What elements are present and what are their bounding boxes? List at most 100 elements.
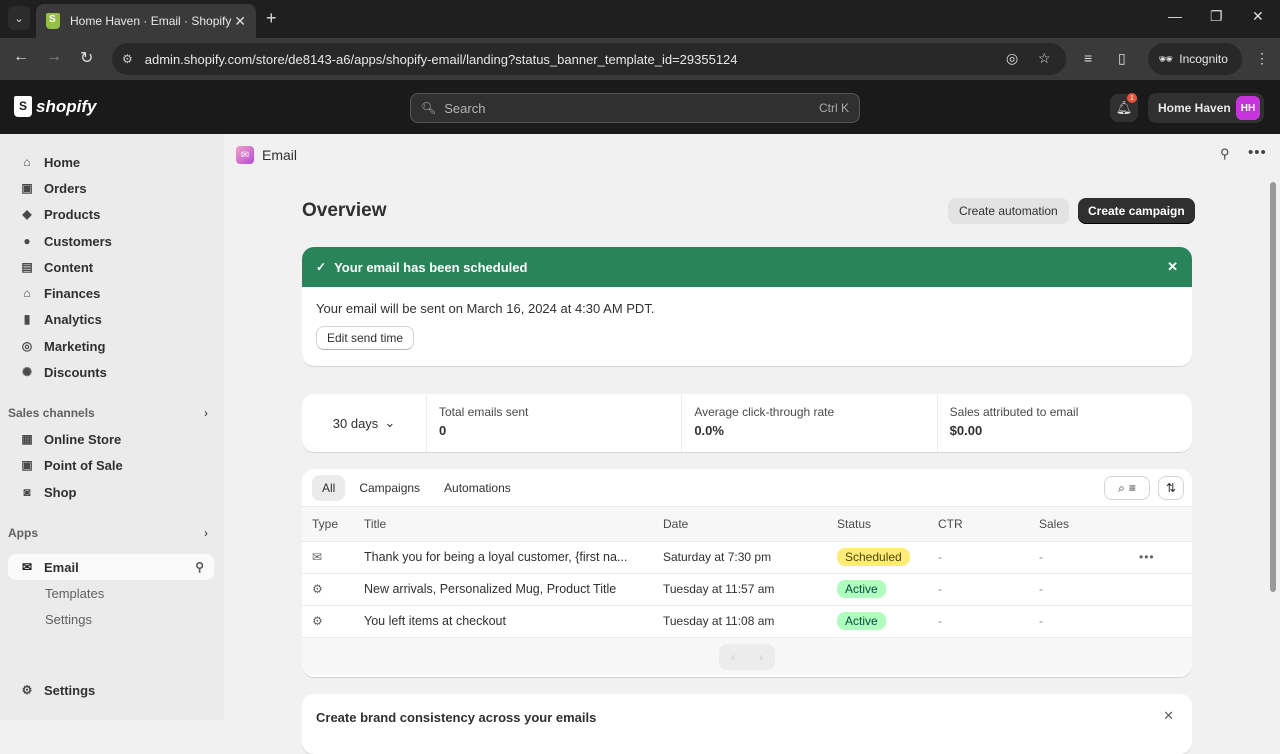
sidebar-item-discounts[interactable]: ✺ Discounts	[8, 359, 214, 385]
sort-button[interactable]: ⇅	[1158, 476, 1184, 500]
sidebar-item-label: Finances	[44, 285, 101, 301]
bookmark-star-icon[interactable]: ☆	[1038, 50, 1051, 67]
sidebar-item-label: Analytics	[44, 311, 102, 327]
sidebar-item-marketing[interactable]: ◎ Marketing	[8, 333, 214, 359]
close-icon[interactable]: ✕	[1163, 708, 1174, 724]
column-header-actions	[1129, 507, 1192, 541]
metric-click-through-rate[interactable]: Average click-through rate 0.0%	[682, 394, 938, 452]
shopify-bag-icon	[14, 96, 32, 117]
sidebar-item-shop[interactable]: ◙ Shop	[8, 479, 214, 505]
restore-icon[interactable]: ❐	[1210, 8, 1223, 25]
metric-total-emails-sent[interactable]: Total emails sent 0	[427, 394, 683, 452]
notifications-button[interactable]: 🔔︎ 1	[1110, 93, 1138, 122]
edit-send-time-button[interactable]: Edit send time	[316, 326, 415, 350]
column-header-status: Status	[827, 507, 928, 541]
close-icon[interactable]: ✕	[1167, 259, 1178, 275]
minimize-icon[interactable]: —	[1168, 8, 1182, 24]
row-title[interactable]: New arrivals, Personalized Mug, Product …	[354, 572, 653, 605]
tab-all[interactable]: All	[312, 474, 346, 501]
table-footer: ‹ ›	[302, 637, 1192, 675]
create-campaign-button[interactable]: Create campaign	[1078, 198, 1195, 224]
sidebar-item-label: Products	[44, 206, 101, 222]
target-icon: ◎	[21, 339, 33, 353]
close-window-icon[interactable]: ✕	[1252, 8, 1264, 25]
site-info-icon[interactable]: ⚙	[122, 52, 133, 66]
tab-campaigns[interactable]: Campaigns	[349, 475, 430, 501]
table-row[interactable]: ✉ Thank you for being a loyal customer, …	[302, 540, 1192, 573]
sidebar-item-email[interactable]: ✉ Email ⚲	[8, 554, 214, 580]
status-badge: Active	[837, 580, 886, 598]
banner-title: Your email has been scheduled	[334, 259, 528, 275]
browser-tab[interactable]: Home Haven · Email · Shopify ✕	[36, 4, 256, 38]
pin-icon[interactable]: ⚲	[1220, 146, 1230, 162]
shopify-logo[interactable]: shopify	[14, 96, 96, 117]
close-tab-icon[interactable]: ✕	[234, 13, 246, 30]
sidebar-item-customers[interactable]: ● Customers	[8, 228, 214, 254]
row-ctr: -	[928, 540, 1029, 573]
incognito-icon: 🕶	[1158, 52, 1174, 66]
eye-off-icon[interactable]: ◎	[1006, 50, 1018, 67]
reload-icon[interactable]: ↻	[80, 48, 93, 68]
row-title[interactable]: Thank you for being a loyal customer, {f…	[354, 540, 653, 573]
person-icon: ●	[23, 234, 31, 248]
scrollbar[interactable]	[1270, 182, 1276, 592]
media-control-icon[interactable]: ≡	[1084, 50, 1092, 66]
address-bar[interactable]: ⚙ admin.shopify.com/store/de8143-a6/apps…	[112, 43, 1066, 75]
emails-table-card: All Campaigns Automations ⌕ ≡ ⇅ Type Titl…	[302, 469, 1192, 677]
sidebar-item-settings[interactable]: ⚙ Settings	[8, 677, 214, 703]
filter-tabs: All Campaigns Automations ⌕ ≡ ⇅	[302, 469, 1192, 507]
apps-heading[interactable]: Apps ›	[8, 526, 208, 540]
browser-menu-icon[interactable]: ⋮	[1255, 50, 1269, 67]
create-automation-button[interactable]: Create automation	[948, 198, 1069, 224]
column-header-type: Type	[302, 507, 354, 541]
search-filter-button[interactable]: ⌕ ≡	[1104, 476, 1150, 500]
banner-body: Your email will be sent on March 16, 202…	[302, 287, 1192, 350]
previous-page-icon[interactable]: ‹	[731, 650, 735, 664]
table-row[interactable]: ⚙ You left items at checkout Tuesday at …	[302, 604, 1192, 637]
new-tab-button[interactable]: +	[266, 8, 277, 29]
discount-icon: ✺	[21, 365, 33, 379]
sidebar-item-orders[interactable]: ▣ Orders	[8, 175, 214, 201]
tab-automations[interactable]: Automations	[434, 475, 521, 501]
table-row[interactable]: ⚙ New arrivals, Personalized Mug, Produc…	[302, 572, 1192, 605]
more-actions-icon[interactable]: •••	[1248, 144, 1267, 161]
sidebar-item-home[interactable]: ⌂ Home	[8, 149, 214, 175]
shopify-favicon-icon	[46, 13, 60, 29]
sidebar-item-content[interactable]: ▤ Content	[8, 254, 214, 280]
tab-list-button[interactable]: ⌄	[8, 6, 30, 30]
metrics-bar: 30 days ⌄ Total emails sent 0 Average cl…	[302, 394, 1192, 452]
email-icon: ✉	[312, 550, 323, 564]
sidebar-item-label: Point of Sale	[44, 457, 123, 473]
sidebar-item-online-store[interactable]: ▦ Online Store	[8, 426, 214, 452]
sidebar-item-label: Online Store	[44, 431, 122, 447]
pin-icon[interactable]: ⚲	[195, 560, 204, 574]
incognito-label: Incognito	[1179, 52, 1228, 66]
email-app-icon: ✉	[236, 146, 254, 164]
forward-icon[interactable]: →	[46, 48, 62, 66]
sales-channels-heading[interactable]: Sales channels ›	[8, 406, 208, 420]
metric-label: Total emails sent	[439, 405, 529, 419]
back-icon[interactable]: ←	[13, 48, 29, 66]
brand-consistency-card: Create brand consistency across your ema…	[302, 694, 1192, 754]
incognito-indicator[interactable]: 🕶 Incognito	[1148, 43, 1242, 75]
metric-value: 0.0%	[694, 423, 724, 438]
table-header-row: Type Title Date Status CTR Sales	[302, 507, 1192, 541]
metric-sales-attributed[interactable]: Sales attributed to email $0.00	[938, 394, 1192, 452]
store-menu-button[interactable]: Home Haven HH	[1148, 93, 1264, 123]
sidebar-item-analytics[interactable]: ▮ Analytics	[8, 306, 214, 332]
metric-label: Sales attributed to email	[949, 405, 1079, 419]
search-input[interactable]: 🔍︎ Search Ctrl K	[410, 93, 860, 123]
sidebar-item-products[interactable]: ◆ Products	[8, 201, 214, 227]
row-title[interactable]: You left items at checkout	[354, 604, 653, 637]
date-range-selector[interactable]: 30 days ⌄	[302, 394, 427, 452]
sidebar-subitem-templates[interactable]: Templates	[45, 586, 104, 601]
sidebar-item-finances[interactable]: ⌂ Finances	[8, 280, 214, 306]
url-text[interactable]: admin.shopify.com/store/de8143-a6/apps/s…	[145, 52, 738, 67]
row-more-actions-icon[interactable]: •••	[1139, 550, 1155, 564]
pagination: ‹ ›	[719, 643, 775, 670]
next-page-icon[interactable]: ›	[759, 650, 763, 664]
sidebar-subitem-settings[interactable]: Settings	[45, 612, 92, 627]
side-panel-icon[interactable]: ▯	[1118, 50, 1126, 67]
row-sales: -	[1029, 604, 1129, 637]
sidebar-item-point-of-sale[interactable]: ▣ Point of Sale	[8, 452, 214, 478]
